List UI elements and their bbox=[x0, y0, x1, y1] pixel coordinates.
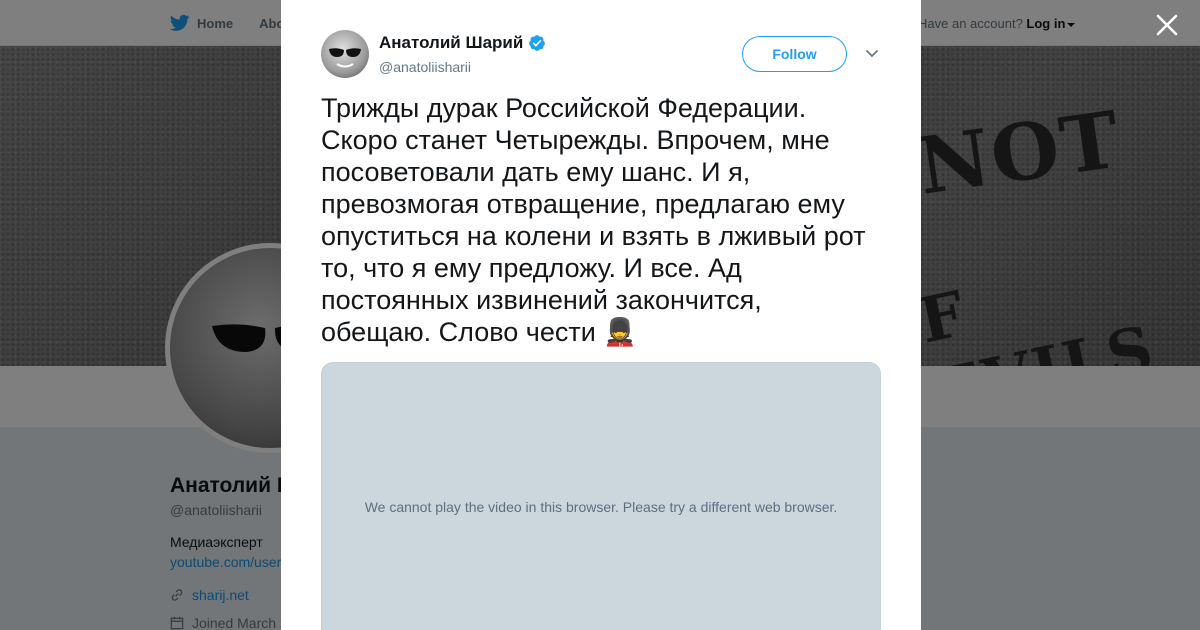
tweet-video-placeholder[interactable]: We cannot play the video in this browser… bbox=[321, 362, 881, 630]
tweet-author-avatar[interactable] bbox=[321, 30, 369, 78]
tweet-author-handle[interactable]: @anatoliisharii bbox=[379, 59, 471, 75]
tweet-author-name-row: Анатолий Шарий bbox=[379, 33, 546, 53]
verified-badge-icon bbox=[529, 35, 546, 51]
chevron-down-icon[interactable] bbox=[865, 48, 879, 60]
tweet-modal: Анатолий Шарий @anatoliisharii Follow Тр… bbox=[281, 0, 921, 630]
tweet-author-name[interactable]: Анатолий Шарий bbox=[379, 33, 523, 53]
close-icon[interactable] bbox=[1154, 12, 1180, 38]
follow-button[interactable]: Follow bbox=[742, 36, 847, 72]
video-unsupported-message: We cannot play the video in this browser… bbox=[364, 499, 838, 515]
tweet-text: Трижды дурак Российской Федерации. Скоро… bbox=[321, 93, 866, 347]
author-sunglasses-graphic bbox=[329, 48, 361, 68]
